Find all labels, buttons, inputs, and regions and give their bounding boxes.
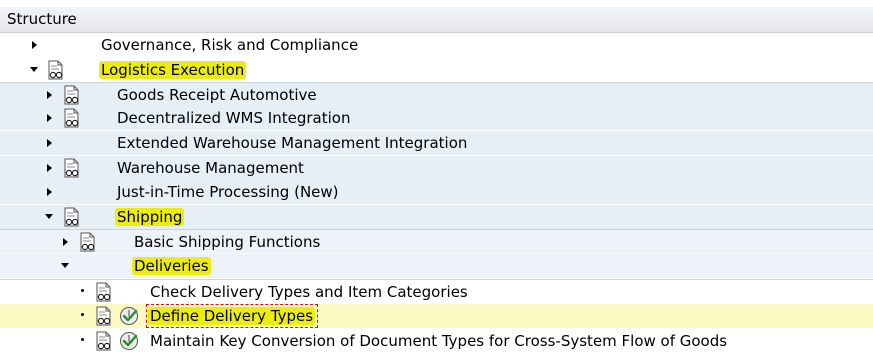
tree-row-label[interactable]: Define Delivery Types <box>148 307 316 325</box>
tree-row-label[interactable]: Basic Shipping Functions <box>134 233 320 251</box>
tree-row-label[interactable]: Check Delivery Types and Item Categories <box>150 283 468 301</box>
expand-icon[interactable] <box>43 83 55 107</box>
document-glasses-icon[interactable] <box>62 207 82 227</box>
document-glasses-icon[interactable] <box>62 85 82 105</box>
tree-row-goods-receipt-automotive[interactable]: Goods Receipt Automotive <box>0 82 873 106</box>
leaf-bullet-icon <box>76 329 88 353</box>
tree-row-basic-shipping[interactable]: Basic Shipping Functions <box>0 229 873 253</box>
tree-row-label[interactable]: Extended Warehouse Management Integratio… <box>117 134 467 152</box>
structure-header: Structure <box>0 7 873 33</box>
tree-row-maintain-key-conversion[interactable]: Maintain Key Conversion of Document Type… <box>0 329 873 353</box>
execute-clock-check-icon[interactable] <box>119 306 139 326</box>
expand-icon[interactable] <box>43 180 55 204</box>
tree-row-label[interactable]: Warehouse Management <box>117 159 304 177</box>
expand-icon[interactable] <box>59 230 71 254</box>
tree-row-label[interactable]: Logistics Execution <box>99 61 247 79</box>
tree-row-define-delivery-types[interactable]: Define Delivery Types <box>0 304 873 328</box>
document-glasses-icon[interactable] <box>62 108 82 128</box>
document-glasses-icon[interactable] <box>78 232 98 252</box>
document-glasses-icon[interactable] <box>94 306 114 326</box>
collapse-icon[interactable] <box>43 205 55 229</box>
expand-icon[interactable] <box>43 131 55 155</box>
tree-row-label[interactable]: Shipping <box>115 208 185 226</box>
expand-icon[interactable] <box>28 33 40 57</box>
tree-row-extended-warehouse[interactable]: Extended Warehouse Management Integratio… <box>0 131 873 155</box>
document-glasses-icon[interactable] <box>94 331 114 351</box>
tree-row-shipping[interactable]: Shipping <box>0 205 873 229</box>
tree-row-deliveries[interactable]: Deliveries <box>0 254 873 278</box>
tree-row-governance[interactable]: Governance, Risk and Compliance <box>0 33 873 57</box>
header-title: Structure <box>7 10 77 28</box>
tree-row-label[interactable]: Maintain Key Conversion of Document Type… <box>150 332 727 350</box>
expand-icon[interactable] <box>43 106 55 130</box>
tree-row-check-delivery-types[interactable]: Check Delivery Types and Item Categories <box>0 279 873 303</box>
tree-row-label[interactable]: Deliveries <box>132 257 211 275</box>
tree-row-label[interactable]: Goods Receipt Automotive <box>117 86 317 104</box>
leaf-bullet-icon <box>76 280 88 304</box>
execute-clock-check-icon[interactable] <box>119 331 139 351</box>
tree-row-label[interactable]: Decentralized WMS Integration <box>117 109 350 127</box>
document-glasses-icon[interactable] <box>62 158 82 178</box>
document-glasses-icon[interactable] <box>94 282 114 302</box>
collapse-icon[interactable] <box>59 254 71 278</box>
tree-row-warehouse-management[interactable]: Warehouse Management <box>0 156 873 180</box>
tree-row-label[interactable]: Governance, Risk and Compliance <box>101 36 358 54</box>
collapse-icon[interactable] <box>28 58 40 82</box>
tree-row-just-in-time[interactable]: Just-in-Time Processing (New) <box>0 180 873 204</box>
tree-row-logistics-execution[interactable]: Logistics Execution <box>0 58 873 82</box>
document-glasses-icon[interactable] <box>46 60 66 80</box>
expand-icon[interactable] <box>43 156 55 180</box>
tree-row-decentralized-wms[interactable]: Decentralized WMS Integration <box>0 106 873 130</box>
leaf-bullet-icon <box>76 304 88 328</box>
tree-row-label[interactable]: Just-in-Time Processing (New) <box>117 183 339 201</box>
